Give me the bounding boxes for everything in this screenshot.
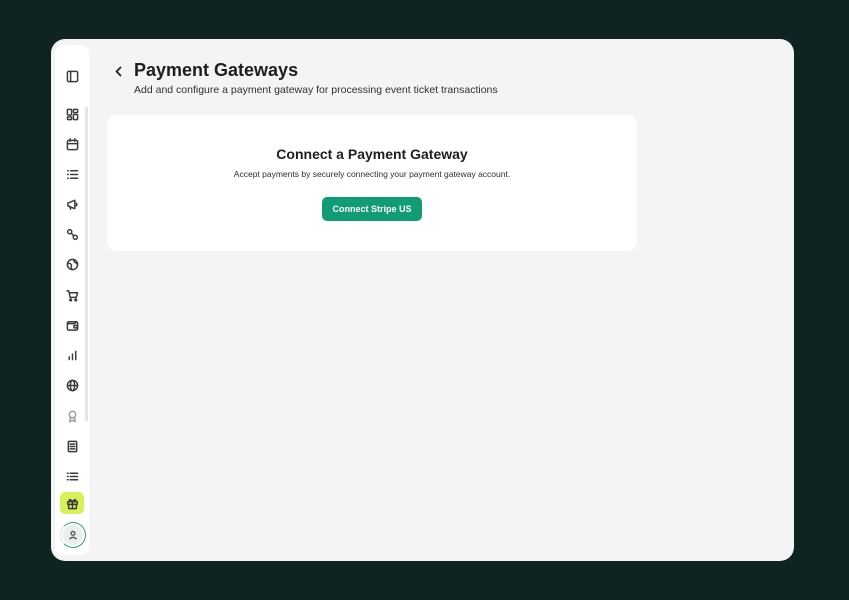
app-window: Payment Gateways Add and configure a pay…: [51, 39, 794, 561]
sidebar-item-invoices[interactable]: [60, 435, 84, 457]
bar-chart-icon: [68, 350, 76, 360]
globe-icon: [66, 379, 78, 391]
user-icon: [69, 530, 77, 540]
card-description: Accept payments by securely connecting y…: [233, 169, 511, 179]
sidebar-item-integrations[interactable]: [60, 223, 84, 245]
integrations-icon: [66, 228, 78, 240]
sidebar-toggle-button[interactable]: [60, 65, 84, 87]
sidebar-item-global[interactable]: [60, 374, 84, 396]
cart-icon: [65, 289, 78, 302]
megaphone-icon: [66, 199, 78, 210]
sidebar-item-wallet[interactable]: [60, 314, 84, 336]
chevron-left-icon: [115, 66, 121, 76]
sidebar-item-list[interactable]: [60, 163, 84, 185]
gift-icon: [66, 498, 78, 509]
back-button[interactable]: [111, 63, 125, 79]
connect-stripe-button[interactable]: Connect Stripe US: [322, 197, 422, 221]
award-icon: [68, 410, 76, 422]
sidebar-item-marketing[interactable]: [60, 193, 84, 215]
calendar-icon: [66, 137, 78, 150]
sidebar-item-analytics[interactable]: [60, 344, 84, 366]
dashboard-icon: [66, 108, 78, 120]
sidebar-item-calendar[interactable]: [60, 133, 84, 155]
sidebar-item-orders[interactable]: [60, 284, 84, 306]
sidebar-toggle-icon: [66, 70, 78, 82]
sidebar: [55, 45, 89, 555]
wallet-icon: [66, 320, 78, 331]
page-title: Payment Gateways: [134, 60, 299, 80]
sidebar-item-dashboard[interactable]: [60, 103, 84, 125]
avatar: [63, 525, 83, 545]
user-avatar-button[interactable]: [60, 522, 86, 548]
page-subtitle: Add and configure a payment gateway for …: [134, 84, 498, 96]
list-icon: [66, 169, 78, 179]
gift-button[interactable]: [60, 492, 84, 514]
card-title: Connect a Payment Gateway: [276, 146, 468, 162]
sidebar-item-menu[interactable]: [60, 465, 84, 487]
globe-web-icon: [66, 258, 78, 270]
sidebar-item-badges[interactable]: [60, 405, 84, 427]
sidebar-scrollbar[interactable]: [85, 107, 88, 421]
menu-list-icon: [66, 472, 78, 480]
connect-gateway-card: Connect a Payment Gateway Accept payment…: [107, 115, 637, 251]
receipt-icon: [67, 440, 77, 452]
sidebar-item-website[interactable]: [60, 253, 84, 275]
